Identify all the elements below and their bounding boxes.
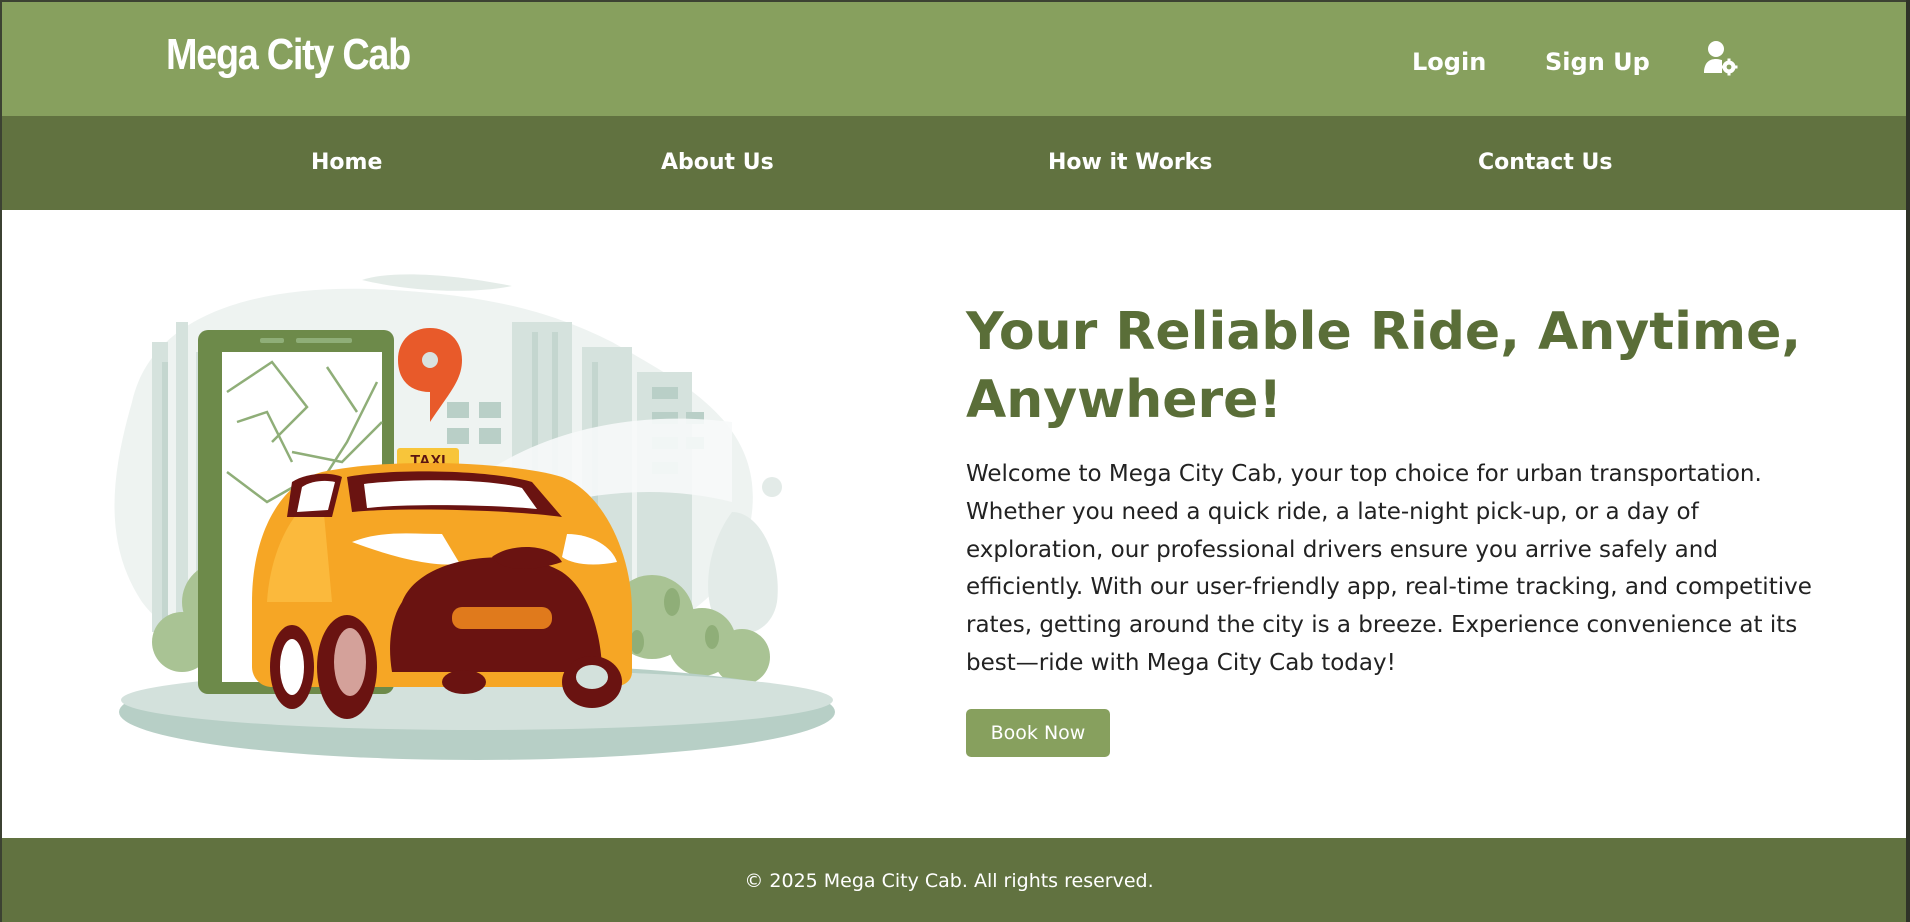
taxi-car-icon: TAXI — [252, 448, 632, 719]
hero-content: Your Reliable Ride, Anytime, Anywhere! W… — [966, 298, 1826, 757]
copyright-text: © 2025 Mega City Cab. All rights reserve… — [744, 870, 1154, 892]
top-header: Mega City Cab Login Sign Up — [2, 2, 1906, 116]
hero-illustration: TAXI — [92, 272, 852, 772]
nav-item-home[interactable]: Home — [311, 150, 382, 175]
nav-item-contact-us[interactable]: Contact Us — [1478, 150, 1612, 175]
page: Mega City Cab Login Sign Up Home About U… — [0, 0, 1906, 922]
hero-title: Your Reliable Ride, Anytime, Anywhere! — [966, 302, 1802, 430]
brand-logo[interactable]: Mega City Cab — [166, 30, 411, 80]
footer: © 2025 Mega City Cab. All rights reserve… — [2, 838, 1906, 922]
book-now-button[interactable]: Book Now — [966, 708, 1110, 757]
login-link[interactable]: Login — [1412, 48, 1486, 76]
nav-item-how-it-works[interactable]: How it Works — [1048, 150, 1212, 175]
window-edge — [1906, 0, 1910, 922]
user-gear-icon[interactable] — [1704, 40, 1738, 76]
hero-description: Welcome to Mega City Cab, your top choic… — [966, 461, 1812, 676]
signup-link[interactable]: Sign Up — [1545, 48, 1650, 76]
main-nav: Home About Us How it Works Contact Us — [2, 116, 1906, 210]
nav-item-about-us[interactable]: About Us — [661, 150, 774, 175]
